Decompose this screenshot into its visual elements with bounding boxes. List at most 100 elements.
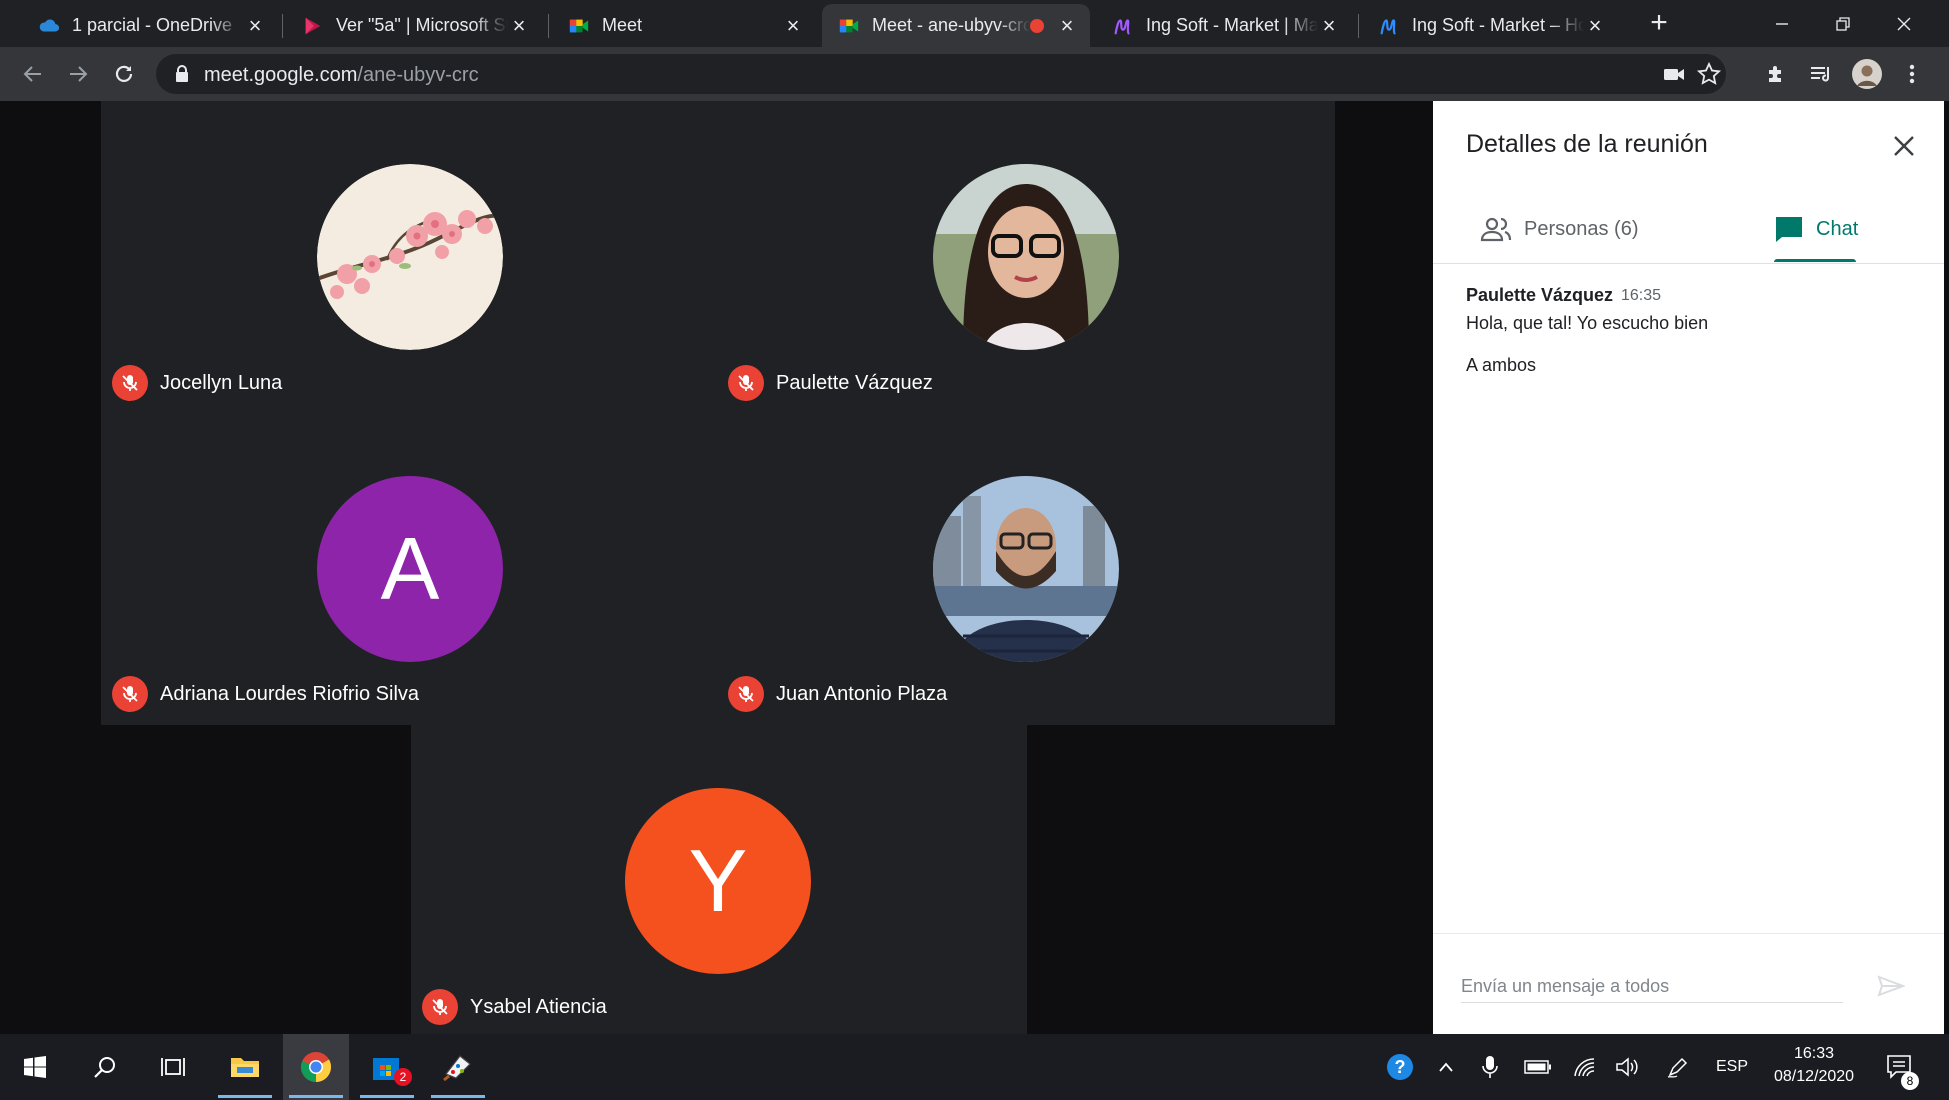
tab-separator (548, 14, 549, 38)
more-vert-icon (1909, 64, 1915, 84)
participant-name: Juan Antonio Plaza (776, 682, 948, 705)
notification-count-badge: 8 (1901, 1072, 1919, 1090)
reload-icon (115, 65, 133, 82)
chevron-up-icon (1439, 1062, 1453, 1072)
tab-separator (1358, 14, 1359, 38)
minimize-icon (1776, 22, 1788, 25)
recording-indicator-icon (1030, 18, 1044, 33)
file-explorer-button[interactable] (212, 1034, 278, 1100)
close-icon[interactable]: × (782, 13, 804, 38)
language-indicator[interactable]: ESP (1710, 1034, 1754, 1100)
window-close-button[interactable] (1876, 0, 1932, 47)
arrow-right-icon (70, 66, 88, 82)
participant-name: Jocellyn Luna (160, 371, 283, 394)
profile-avatar[interactable] (1851, 58, 1883, 90)
svg-text:?: ? (1395, 1057, 1406, 1077)
tab-separator (282, 14, 283, 38)
close-icon (1897, 17, 1911, 30)
restore-button[interactable] (1815, 0, 1871, 47)
avatar-letter: Y (688, 831, 748, 930)
participant-tile[interactable]: A Adriana Lourdes Riofrio Silva (101, 413, 717, 725)
browser-tab-onedrive[interactable]: 1 parcial - OneDrive × (22, 4, 278, 47)
browser-menu-button[interactable] (1896, 58, 1928, 90)
bookmark-star-button[interactable] (1696, 61, 1722, 92)
onedrive-icon (39, 18, 60, 31)
mic-off-icon (112, 676, 148, 712)
extensions-button[interactable] (1760, 58, 1792, 90)
participant-name-label: Paulette Vázquez (728, 365, 933, 401)
close-panel-button[interactable] (1888, 130, 1920, 162)
close-icon[interactable]: × (1056, 13, 1078, 38)
camera-in-use-indicator[interactable] (1662, 62, 1688, 91)
browser-tab-strip: 1 parcial - OneDrive × Ver "5a" | Micros… (0, 0, 1949, 47)
volume-tray-icon[interactable] (1610, 1034, 1646, 1100)
new-tab-button[interactable]: + (1645, 8, 1673, 38)
taskbar-clock[interactable]: 16:33 08/12/2020 (1760, 1042, 1868, 1088)
participant-tile[interactable]: Paulette Vázquez (717, 101, 1335, 413)
participant-tile[interactable]: Juan Antonio Plaza (717, 413, 1335, 725)
windows-taskbar: 2 ? ESP 16:33 08/12/2020 8 (0, 1034, 1949, 1100)
battery-tray-icon[interactable] (1520, 1034, 1556, 1100)
start-button[interactable] (2, 1034, 68, 1100)
chrome-taskbar-button[interactable] (283, 1034, 349, 1100)
close-icon[interactable]: × (244, 13, 266, 38)
url-path: /ane-ubyv-crc (357, 64, 479, 86)
marvel-icon (1114, 18, 1130, 34)
divider (1433, 263, 1944, 264)
tab-chat[interactable]: Chat (1774, 205, 1858, 253)
marvel-icon (1380, 18, 1396, 34)
running-indicator (289, 1095, 343, 1098)
language-label: ESP (1715, 1058, 1748, 1075)
chat-icon (1776, 217, 1802, 242)
help-tray-icon[interactable]: ? (1384, 1034, 1416, 1100)
tab-title: Ing Soft - Market | Marvel (1146, 15, 1318, 35)
minimize-button[interactable] (1754, 0, 1810, 47)
show-hidden-icons-button[interactable] (1430, 1034, 1462, 1100)
chat-message-text: Hola, que tal! Yo escucho bien (1466, 313, 1709, 333)
mic-off-icon (422, 989, 458, 1025)
search-icon (94, 1057, 115, 1078)
pen-tray-icon[interactable] (1660, 1034, 1696, 1100)
browser-tab-stream[interactable]: Ver "5a" | Microsoft Stream × (286, 4, 542, 47)
store-taskbar-button[interactable]: 2 (354, 1034, 420, 1100)
close-icon[interactable]: × (1584, 13, 1606, 38)
search-button[interactable] (72, 1034, 138, 1100)
video-camera-icon (1664, 69, 1684, 80)
forward-button[interactable] (62, 58, 94, 90)
battery-icon (1524, 1060, 1551, 1074)
browser-tab-meet-active[interactable]: Meet - ane-ubyv-crc × (822, 4, 1090, 47)
tab-chat-label: Chat (1816, 217, 1859, 240)
participant-tile[interactable]: Jocellyn Luna (101, 101, 717, 413)
tab-people[interactable]: Personas (6) (1480, 205, 1639, 253)
participant-name: Adriana Lourdes Riofrio Silva (160, 682, 420, 705)
back-button[interactable] (17, 58, 49, 90)
divider (1433, 933, 1944, 934)
reload-button[interactable] (108, 58, 140, 90)
lock-icon (176, 65, 188, 82)
panel-title: Detalles de la reunión (1466, 130, 1708, 158)
media-controls-button[interactable] (1805, 58, 1837, 90)
windows-logo-icon (24, 1056, 46, 1078)
tab-title: 1 parcial - OneDrive (72, 15, 233, 35)
address-bar[interactable]: meet.google.com/ane-ubyv-crc (156, 54, 1726, 94)
tab-title: Ver "5a" | Microsoft Stream (336, 15, 508, 35)
puzzle-icon (1769, 66, 1781, 82)
participant-tile[interactable]: Y Ysabel Atiencia (411, 725, 1027, 1034)
browser-tab-meet[interactable]: Meet × (552, 4, 816, 47)
paint-taskbar-button[interactable] (425, 1034, 491, 1100)
browser-tab-marvel[interactable]: Ing Soft - Market | Marvel × (1096, 4, 1352, 47)
send-button[interactable] (1873, 968, 1909, 1004)
meet-video-grid: Jocellyn Luna Paulette Vázquez A Adriana… (0, 101, 1433, 1034)
close-icon[interactable]: × (1318, 13, 1340, 38)
microphone-tray-icon[interactable] (1474, 1034, 1506, 1100)
network-tray-icon[interactable] (1566, 1034, 1602, 1100)
close-icon[interactable]: × (508, 13, 530, 38)
browser-tab-marvel-home[interactable]: Ing Soft - Market – Home × (1362, 4, 1618, 47)
running-indicator (218, 1095, 272, 1098)
browser-toolbar: meet.google.com/ane-ubyv-crc (0, 47, 1949, 101)
task-view-button[interactable] (140, 1034, 206, 1100)
participant-avatar: A (317, 476, 503, 662)
chrome-icon (301, 1052, 332, 1082)
action-center-button[interactable]: 8 (1880, 1034, 1920, 1100)
chat-message-input[interactable] (1461, 971, 1843, 1003)
